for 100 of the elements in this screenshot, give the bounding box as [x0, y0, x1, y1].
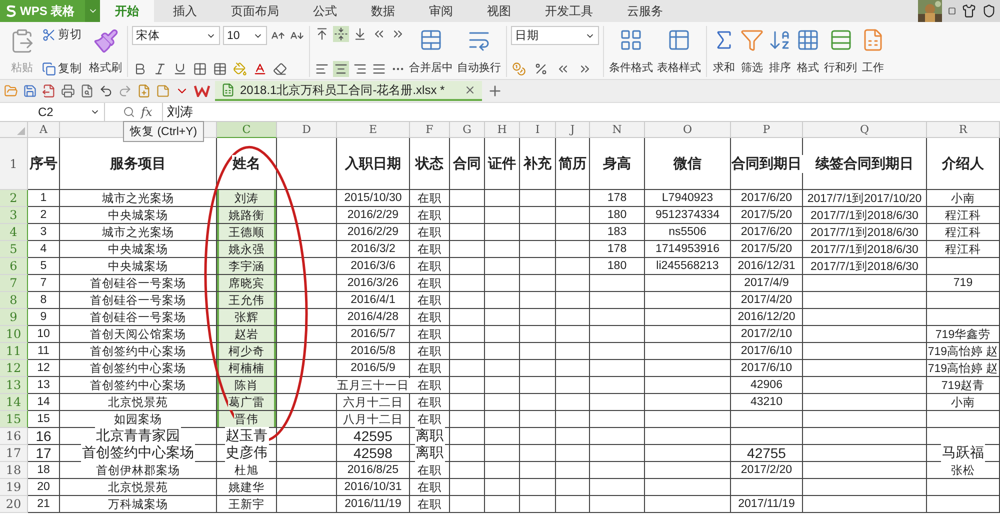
column-title: 补充 [520, 138, 556, 190]
table-cell: 2016/5/7 [337, 326, 410, 343]
table-cell: 2017/6/10 [731, 343, 803, 360]
table-cell: 在职 [410, 343, 450, 360]
column-title: 服务项目 [60, 138, 217, 190]
table-cell: 2017/6/20 [731, 190, 803, 207]
table-cell: 178 [590, 190, 645, 207]
table-cell: 程江科 [927, 207, 1000, 224]
tooltip: 恢复 (Ctrl+Y) [123, 121, 204, 142]
table-cell: 2017/7/1到2018/6/30 [803, 258, 927, 275]
table-cell: 张辉 [217, 309, 277, 326]
column-title: 序号 [28, 138, 60, 190]
table-cell: 42598 [337, 445, 410, 462]
table-cell: 姚建华 [217, 479, 277, 496]
table-cell: 42595 [337, 428, 410, 445]
table-cell: 首创硅谷一号案场 [60, 275, 217, 292]
table-cell: 五月三十一日 [337, 377, 410, 394]
table-cell: 小南 [927, 190, 1000, 207]
table-cell: 12 [28, 360, 60, 377]
table-cell: 李宇涵 [217, 258, 277, 275]
table-cell: 14 [28, 394, 60, 411]
table-cell: 20 [28, 479, 60, 496]
table-cell: 15 [28, 411, 60, 428]
table-cell: 2017/7/1到2018/6/30 [803, 207, 927, 224]
table-cell: 晋伟 [217, 411, 277, 428]
table-cell: 719 [927, 275, 1000, 292]
table-cell: 王德顺 [217, 224, 277, 241]
table-cell: 柯少奇 [217, 343, 277, 360]
table-cell: 7 [28, 275, 60, 292]
table-cell: 2016/4/1 [337, 292, 410, 309]
table-cell: 2016/5/9 [337, 360, 410, 377]
table-cell: 赵玉青 [217, 428, 277, 445]
table-cell: 2016/3/2 [337, 241, 410, 258]
column-title: 姓名 [217, 138, 277, 190]
table-cell: 葛广雷 [217, 394, 277, 411]
table-cell: 2016/8/25 [337, 462, 410, 479]
table-cell: 2017/5/20 [731, 241, 803, 258]
table-cell: 2017/7/1到2017/10/20 [803, 190, 927, 207]
table-cell: 在职 [410, 207, 450, 224]
column-title: 身高 [590, 138, 645, 190]
table-cell: 程江科 [927, 224, 1000, 241]
table-cell: 张松 [927, 462, 1000, 479]
table-cell: 2 [28, 207, 60, 224]
table-cell: 13 [28, 377, 60, 394]
column-title: 介绍人 [927, 138, 1000, 190]
table-cell: 2016/2/29 [337, 224, 410, 241]
table-cell: 5 [28, 258, 60, 275]
table-cell: 2017/2/10 [731, 326, 803, 343]
table-cell: 2017/6/10 [731, 360, 803, 377]
column-title: 微信 [645, 138, 731, 190]
table-cell: 在职 [410, 394, 450, 411]
table-cell: 719赵青 [927, 377, 1000, 394]
table-cell: 杜旭 [217, 462, 277, 479]
table-cell: 9512374334 [645, 207, 731, 224]
table-cell: 城市之光案场 [60, 224, 217, 241]
table-cell: 2017/4/9 [731, 275, 803, 292]
table-cell: 21 [28, 496, 60, 513]
table-cell: 2016/12/31 [731, 258, 803, 275]
table-cell: 17 [28, 445, 60, 462]
table-cell: 2017/2/20 [731, 462, 803, 479]
table-cell: 3 [28, 224, 60, 241]
column-title: 证件 [485, 138, 520, 190]
table-cell: 中央城案场 [60, 258, 217, 275]
table-cell: 11 [28, 343, 60, 360]
table-cell: 2016/10/31 [337, 479, 410, 496]
table-cell: 2017/4/20 [731, 292, 803, 309]
table-cell: 在职 [410, 377, 450, 394]
table-cell: 2016/12/20 [731, 309, 803, 326]
table-cell: li245568213 [645, 258, 731, 275]
table-cell: 刘涛 [217, 190, 277, 207]
table-cell: 姚永强 [217, 241, 277, 258]
table-cell: 中央城案场 [60, 241, 217, 258]
table-cell: 在职 [410, 190, 450, 207]
table-cell: 719高怡婷 赵 [927, 360, 1000, 377]
table-cell: 史彦伟 [217, 445, 277, 462]
column-title: 合同到期日 [731, 138, 803, 190]
table-cell: 陈肖 [217, 377, 277, 394]
table-cell: 2015/10/30 [337, 190, 410, 207]
table-cell: 178 [590, 241, 645, 258]
table-cell: 2017/11/19 [731, 496, 803, 513]
column-title: 入职日期 [337, 138, 410, 190]
table-cell: 1 [28, 190, 60, 207]
table-cell: 4 [28, 241, 60, 258]
table-cell: 2017/7/1到2018/6/30 [803, 224, 927, 241]
table-cell: 赵岩 [217, 326, 277, 343]
table-cell: 万科城案场 [60, 496, 217, 513]
table-cell: 在职 [410, 224, 450, 241]
table-cell: 183 [590, 224, 645, 241]
table-cell: ns5506 [645, 224, 731, 241]
table-cell: 2017/6/20 [731, 224, 803, 241]
table-cell: 六月十二日 [337, 394, 410, 411]
column-title: 简历 [556, 138, 590, 190]
table-cell: 在职 [410, 309, 450, 326]
table-cell: 2016/4/28 [337, 309, 410, 326]
table-cell: 2017/5/20 [731, 207, 803, 224]
table-cell: 席晓宾 [217, 275, 277, 292]
table-cell: 2016/3/6 [337, 258, 410, 275]
column-title: 合同 [450, 138, 485, 190]
table-cell: 在职 [410, 275, 450, 292]
table-cell: 2017/7/1到2018/6/30 [803, 241, 927, 258]
